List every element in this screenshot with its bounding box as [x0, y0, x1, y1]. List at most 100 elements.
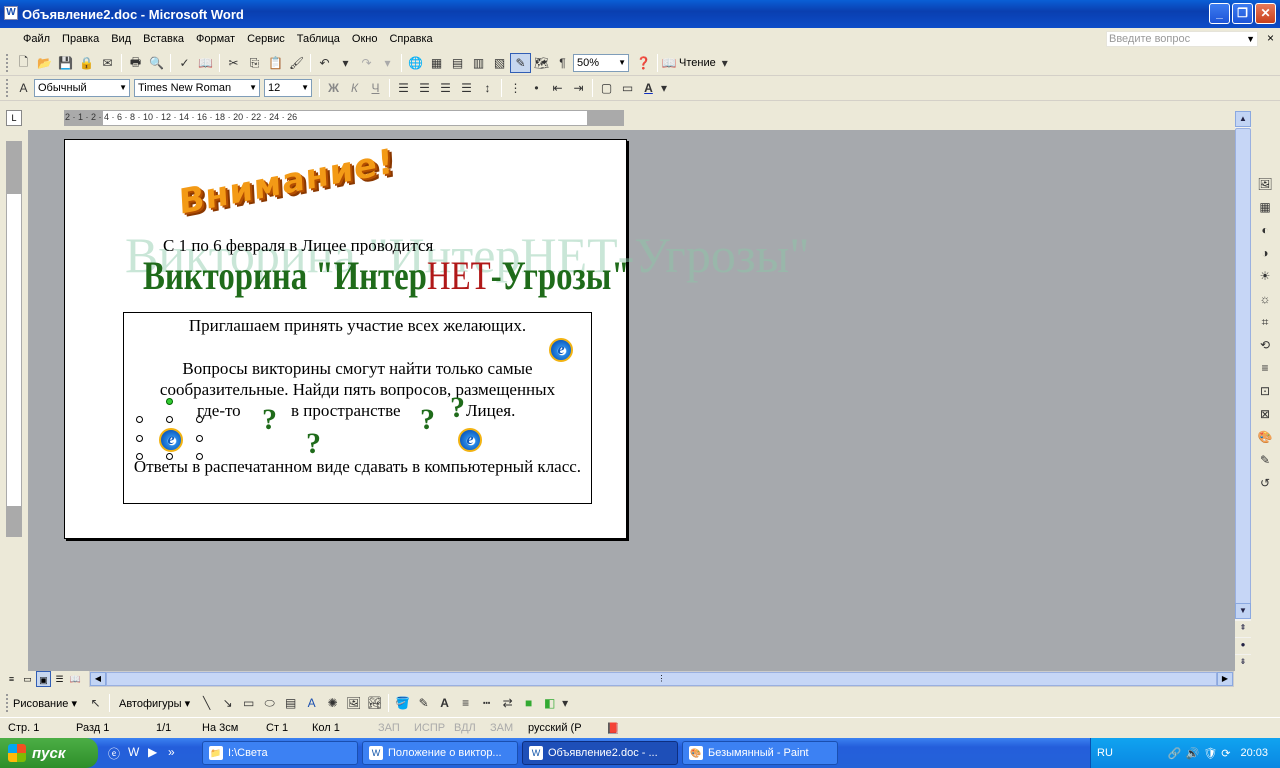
insert-excel-icon[interactable]: ▥: [468, 53, 489, 73]
next-page-icon[interactable]: ⇟: [1235, 655, 1251, 671]
vertical-ruler[interactable]: [6, 141, 22, 537]
set-transparent-color-icon[interactable]: ✎: [1254, 449, 1276, 471]
show-hide-icon[interactable]: ¶: [552, 53, 573, 73]
rectangle-icon[interactable]: ▭: [238, 693, 259, 713]
numbering-icon[interactable]: ⋮: [505, 78, 526, 98]
document-page[interactable]: Викторина "ИнтерНЕТ-Угрозы" Внимание! С …: [64, 139, 810, 539]
language-indicator[interactable]: RU: [1097, 747, 1113, 759]
title-bar[interactable]: W Объявление2.doc - Microsoft Word _ ❐ ✕: [0, 0, 1280, 28]
menu-table[interactable]: Таблица: [291, 33, 346, 45]
spelling-status-icon[interactable]: 📕: [598, 722, 620, 735]
question-mark-icon[interactable]: ?: [306, 427, 321, 461]
word-app-icon[interactable]: W: [4, 6, 18, 20]
rotate-left-icon[interactable]: ⟲: [1254, 334, 1276, 356]
resize-handle[interactable]: [166, 416, 173, 423]
new-document-icon[interactable]: 🗋: [13, 53, 34, 73]
less-brightness-icon[interactable]: ☼: [1254, 288, 1276, 310]
scroll-left-icon[interactable]: ◀: [90, 672, 106, 686]
menu-file[interactable]: Файл: [17, 33, 56, 45]
research-icon[interactable]: 📖: [195, 53, 216, 73]
decrease-indent-icon[interactable]: ⇤: [547, 78, 568, 98]
toolbar-options-icon[interactable]: ▾: [720, 53, 730, 73]
text-wrapping-icon[interactable]: ⊠: [1254, 403, 1276, 425]
chevron-down-icon[interactable]: ▼: [249, 80, 257, 96]
clipart-icon[interactable]: 🖼: [343, 693, 364, 713]
read-button[interactable]: Чтение: [677, 57, 720, 69]
crop-icon[interactable]: ⌗: [1254, 311, 1276, 333]
status-trk[interactable]: ИСПР: [406, 722, 446, 734]
task-paint[interactable]: 🎨 Безымянный - Paint: [682, 741, 838, 765]
scroll-down-icon[interactable]: ▼: [1235, 603, 1251, 619]
media-quicklaunch-icon[interactable]: ▶: [148, 745, 164, 761]
styles-icon[interactable]: A: [13, 78, 34, 98]
toolbar-grip[interactable]: [6, 54, 9, 72]
browse-object-icon[interactable]: ●: [1235, 638, 1251, 654]
quiz-title[interactable]: Викторина "ИнтерНЕТ-Угрозы": [143, 252, 630, 299]
close-button[interactable]: ✕: [1255, 3, 1276, 24]
shadow-style-icon[interactable]: ■: [518, 693, 539, 713]
info-text-box[interactable]: Приглашаем принять участие всех желающих…: [123, 312, 592, 504]
previous-page-icon[interactable]: ⇞: [1235, 621, 1251, 637]
reset-picture-icon[interactable]: ↺: [1254, 472, 1276, 494]
justify-icon[interactable]: ☰: [456, 78, 477, 98]
draw-menu-button[interactable]: Рисование ▾: [13, 697, 85, 710]
chevron-down-icon[interactable]: ▼: [301, 80, 309, 96]
copy-icon[interactable]: ⎘: [244, 53, 265, 73]
question-mark-icon[interactable]: ?: [420, 403, 435, 437]
align-right-icon[interactable]: ☰: [435, 78, 456, 98]
format-picture-icon[interactable]: 🎨: [1254, 426, 1276, 448]
resize-handle[interactable]: [166, 453, 173, 460]
menu-help[interactable]: Справка: [383, 33, 438, 45]
task-word-obyavlenie[interactable]: W Объявление2.doc - ...: [522, 741, 678, 765]
undo-icon[interactable]: ↶: [314, 53, 335, 73]
arrow-icon[interactable]: ↘: [217, 693, 238, 713]
tray-update-icon[interactable]: ⟳: [1221, 747, 1230, 760]
compress-icon[interactable]: ⊡: [1254, 380, 1276, 402]
autoshapes-button[interactable]: Автофигуры ▾: [113, 697, 196, 710]
columns-icon[interactable]: ▧: [489, 53, 510, 73]
line-color-icon[interactable]: ✎: [413, 693, 434, 713]
diagram-icon[interactable]: ✺: [322, 693, 343, 713]
menu-view[interactable]: Вид: [105, 33, 137, 45]
resize-handle[interactable]: [136, 435, 143, 442]
select-objects-icon[interactable]: ↖: [85, 693, 106, 713]
rotate-handle[interactable]: [166, 398, 173, 405]
font-color-icon[interactable]: A: [638, 78, 659, 98]
tray-network-icon[interactable]: 🔗: [1168, 747, 1182, 760]
clock[interactable]: 20:03: [1234, 747, 1268, 759]
status-ext[interactable]: ВДЛ: [446, 722, 482, 734]
save-icon[interactable]: 💾: [55, 53, 76, 73]
line-style-icon[interactable]: ≡: [455, 693, 476, 713]
document-close-icon[interactable]: ×: [1267, 31, 1274, 45]
insert-wordart-icon[interactable]: A: [301, 693, 322, 713]
align-center-icon[interactable]: ☰: [414, 78, 435, 98]
horizontal-scrollbar[interactable]: ◀ ⋮ ▶: [89, 671, 1234, 687]
menu-format[interactable]: Формат: [190, 33, 241, 45]
text-box-icon[interactable]: ▤: [280, 693, 301, 713]
color-icon[interactable]: ▦: [1254, 196, 1276, 218]
document-map-icon[interactable]: 🗺: [531, 53, 552, 73]
menu-insert[interactable]: Вставка: [137, 33, 190, 45]
more-brightness-icon[interactable]: ☀: [1254, 265, 1276, 287]
bold-icon[interactable]: Ж: [323, 78, 344, 98]
insert-picture-icon[interactable]: 🖼: [1254, 173, 1276, 195]
format-painter-icon[interactable]: 🖌: [286, 53, 307, 73]
3d-style-icon[interactable]: ◧: [539, 693, 560, 713]
insert-table-icon[interactable]: ▤: [447, 53, 468, 73]
increase-indent-icon[interactable]: ⇥: [568, 78, 589, 98]
scroll-up-icon[interactable]: ▲: [1235, 111, 1251, 127]
toolbar-options-icon[interactable]: ▾: [560, 693, 570, 713]
borders-icon[interactable]: ▢: [596, 78, 617, 98]
wordart-heading[interactable]: Внимание!: [178, 141, 395, 223]
less-contrast-icon[interactable]: ◑: [1254, 242, 1276, 264]
question-mark-icon[interactable]: ?: [450, 391, 465, 425]
print-layout-icon[interactable]: ▣: [36, 671, 51, 687]
font-size-select[interactable]: 12 ▼: [264, 79, 312, 97]
resize-handle[interactable]: [136, 416, 143, 423]
resize-handle[interactable]: [136, 453, 143, 460]
open-icon[interactable]: 📂: [34, 53, 55, 73]
align-left-icon[interactable]: ☰: [393, 78, 414, 98]
vertical-scroll-thumb[interactable]: [1235, 128, 1251, 608]
undo-dropdown-icon[interactable]: ▾: [335, 53, 356, 73]
print-icon[interactable]: 🖶: [125, 53, 146, 73]
